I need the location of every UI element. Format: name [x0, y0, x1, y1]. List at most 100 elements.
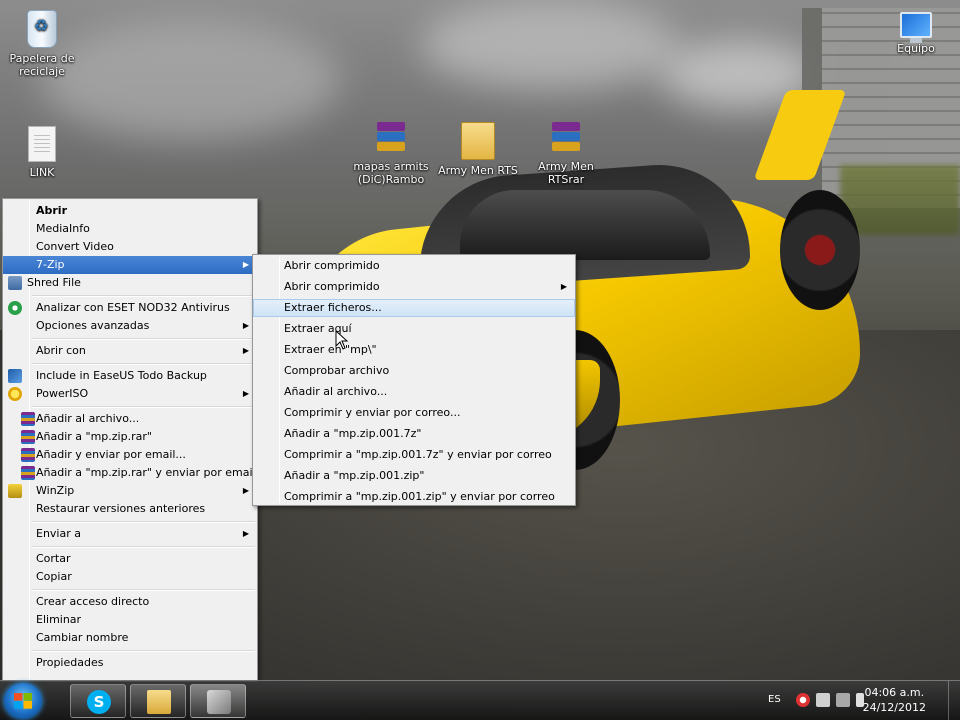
taskbar-skype-button[interactable]: S [70, 684, 126, 718]
menu-item-rename[interactable]: Cambiar nombre [3, 629, 257, 647]
desktop-icon-recycle-bin[interactable]: Papelera de reciclaje [0, 10, 84, 78]
menu-item-restore-versions[interactable]: Restaurar versiones anteriores [3, 500, 257, 518]
menu-item-add-to-mp-rar[interactable]: Añadir a "mp.zip.rar" [3, 428, 257, 446]
menu-item-label: Include in EaseUS Todo Backup [36, 369, 207, 382]
desktop-icon-label: mapas armits (DiC)Rambo [353, 160, 429, 186]
desktop-icon-army-men-rar[interactable]: Army Men RTSrar [524, 122, 608, 186]
submenu-item-extract-to[interactable]: Extraer en "mp\" [253, 341, 575, 359]
menu-separator [3, 586, 257, 593]
menu-item-copy[interactable]: Copiar [3, 568, 257, 586]
menu-item-label: Añadir y enviar por email... [36, 448, 186, 461]
desktop-icon-label: Equipo [897, 42, 935, 55]
eset-icon [8, 301, 22, 315]
menu-separator [3, 360, 257, 367]
submenu-item-add-to-archive[interactable]: Añadir al archivo... [253, 383, 575, 401]
computer-icon [900, 12, 932, 43]
context-menu: Abrir MediaInfo Convert Video 7-Zip ▶ Shr… [2, 198, 258, 682]
menu-item-label: Analizar con ESET NOD32 Antivirus [36, 301, 230, 314]
winrar-icon [21, 448, 35, 462]
menu-item-7zip[interactable]: 7-Zip ▶ [3, 256, 257, 274]
submenu-item-open-archive[interactable]: Abrir comprimido [253, 257, 575, 275]
desktop-icon-link[interactable]: LINK [0, 126, 84, 179]
menu-item-label: Restaurar versiones anteriores [36, 502, 206, 515]
submenu-item-open-archive-sub[interactable]: Abrir comprimido ▶ [253, 278, 575, 296]
taskbar-app-button[interactable] [190, 684, 246, 718]
menu-item-add-and-email[interactable]: Añadir y enviar por email... [3, 446, 257, 464]
submenu-item-compress-zip-email[interactable]: Comprimir a "mp.zip.001.zip" y enviar po… [253, 488, 575, 506]
menu-item-label: Abrir con [36, 344, 86, 357]
show-desktop-button[interactable] [948, 681, 960, 720]
volume-tray-icon[interactable] [836, 693, 850, 707]
menu-item-label: PowerISO [36, 387, 89, 400]
menu-item-properties[interactable]: Propiedades [3, 654, 257, 672]
menu-item-label: Opciones avanzadas [36, 319, 150, 332]
submenu-arrow-icon: ▶ [242, 321, 249, 330]
menu-item-label: Añadir al archivo... [36, 412, 140, 425]
submenu-arrow-icon: ▶ [560, 282, 567, 291]
desktop-icon-mapas[interactable]: mapas armits (DiC)Rambo [349, 122, 433, 186]
menu-item-send-to[interactable]: Enviar a ▶ [3, 525, 257, 543]
folder-icon [147, 690, 171, 714]
clock-date: 24/12/2012 [862, 701, 926, 714]
submenu-item-extract-files[interactable]: Extraer ficheros... [253, 299, 575, 317]
start-button[interactable] [4, 683, 42, 719]
submenu-item-extract-here[interactable]: Extraer aquí [253, 320, 575, 338]
submenu-arrow-icon: ▶ [242, 529, 249, 538]
shred-file-icon [8, 276, 22, 290]
menu-separator [3, 518, 257, 525]
winrar-icon [21, 412, 35, 426]
menu-item-shred-file[interactable]: Shred File [3, 274, 257, 292]
document-icon [28, 126, 56, 162]
menu-item-label: Añadir a "mp.zip.rar" y enviar por email [36, 466, 256, 479]
language-indicator[interactable]: ES [768, 694, 781, 705]
submenu-item-test-archive[interactable]: Comprobar archivo [253, 362, 575, 380]
menu-item-label: Crear acceso directo [36, 595, 150, 608]
menu-item-label: Añadir a "mp.zip.001.zip" [284, 469, 425, 482]
menu-item-label: Comprobar archivo [284, 364, 390, 377]
submenu-item-compress-7z-email[interactable]: Comprimir a "mp.zip.001.7z" y enviar por… [253, 446, 575, 464]
mouse-cursor-icon [335, 330, 349, 350]
clock[interactable]: 04:06 a.m. 24/12/2012 [863, 685, 926, 715]
desktop-icon-label: LINK [29, 166, 55, 179]
menu-item-convert-video[interactable]: Convert Video [3, 238, 257, 256]
app-tool-icon [207, 690, 231, 714]
menu-item-add-to-mp-rar-email[interactable]: Añadir a "mp.zip.rar" y enviar por email [3, 464, 257, 482]
winrar-archive-icon [548, 122, 584, 156]
desktop-icon-label: Army Men RTS [438, 164, 518, 177]
menu-item-create-shortcut[interactable]: Crear acceso directo [3, 593, 257, 611]
menu-separator [3, 647, 257, 654]
menu-item-label: Añadir a "mp.zip.001.7z" [284, 427, 422, 440]
menu-item-poweriso[interactable]: PowerISO ▶ [3, 385, 257, 403]
winrar-icon [21, 430, 35, 444]
menu-item-eset[interactable]: Analizar con ESET NOD32 Antivirus [3, 299, 257, 317]
desktop-icon-army-men-folder[interactable]: Army Men RTS [436, 122, 520, 177]
car-wheel [780, 190, 860, 310]
taskbar-explorer-button[interactable] [130, 684, 186, 718]
menu-item-label: Convert Video [36, 240, 114, 253]
menu-separator [3, 335, 257, 342]
menu-item-add-to-archive[interactable]: Añadir al archivo... [3, 410, 257, 428]
menu-item-cut[interactable]: Cortar [3, 550, 257, 568]
menu-item-label: Cortar [36, 552, 71, 565]
antivirus-tray-icon[interactable] [796, 693, 810, 707]
menu-item-open[interactable]: Abrir [3, 202, 257, 220]
menu-item-mediainfo[interactable]: MediaInfo [3, 220, 257, 238]
menu-item-label: Comprimir y enviar por correo... [284, 406, 461, 419]
menu-item-easeus[interactable]: Include in EaseUS Todo Backup [3, 367, 257, 385]
winrar-icon [21, 466, 35, 480]
wallpaper-cloud [420, 0, 680, 90]
desktop-icon-equipo[interactable]: Equipo [874, 12, 958, 55]
menu-item-label: 7-Zip [36, 258, 65, 271]
submenu-item-add-7z[interactable]: Añadir a "mp.zip.001.7z" [253, 425, 575, 443]
menu-item-winzip[interactable]: WinZip ▶ [3, 482, 257, 500]
submenu-item-compress-email[interactable]: Comprimir y enviar por correo... [253, 404, 575, 422]
network-tray-icon[interactable] [816, 693, 830, 707]
submenu-item-add-zip[interactable]: Añadir a "mp.zip.001.zip" [253, 467, 575, 485]
menu-item-open-with[interactable]: Abrir con ▶ [3, 342, 257, 360]
menu-item-label: MediaInfo [36, 222, 90, 235]
menu-item-label: Abrir [36, 204, 68, 217]
menu-item-label: Extraer en "mp\" [284, 343, 377, 356]
menu-item-delete[interactable]: Eliminar [3, 611, 257, 629]
menu-item-advanced-options[interactable]: Opciones avanzadas ▶ [3, 317, 257, 335]
skype-icon: S [87, 690, 111, 714]
